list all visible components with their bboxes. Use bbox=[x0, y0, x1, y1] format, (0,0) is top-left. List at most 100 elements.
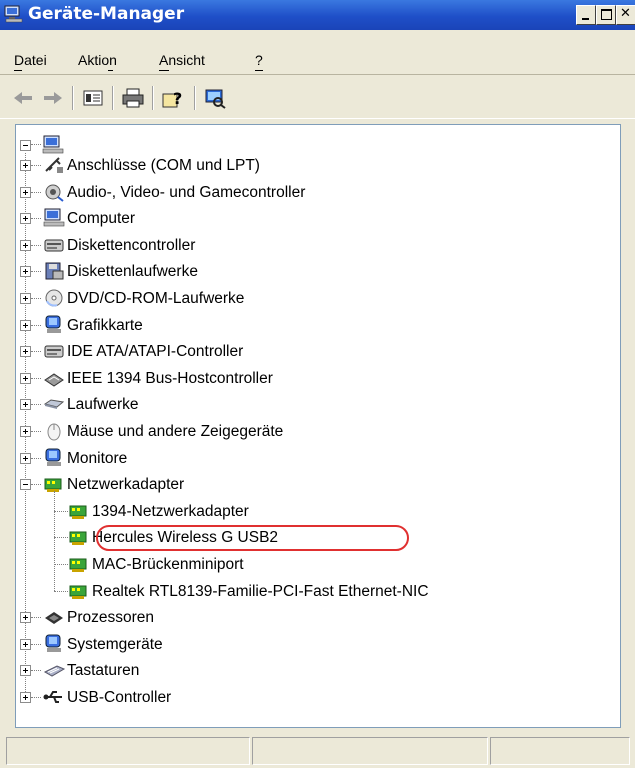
tree-line bbox=[31, 218, 41, 220]
tree-line bbox=[31, 643, 41, 646]
network-adapter-item-0[interactable]: 1394-Netzwerkadapter bbox=[92, 503, 249, 521]
expand-toggle[interactable] bbox=[20, 452, 31, 464]
tree-category-4[interactable]: Diskettenlaufwerke bbox=[67, 263, 198, 281]
menu-help[interactable]: ? bbox=[255, 52, 263, 68]
toolbar-separator bbox=[112, 86, 114, 110]
tree-category-15[interactable]: Tastaturen bbox=[67, 662, 139, 680]
expand-toggle[interactable] bbox=[20, 692, 31, 703]
network-adapter-icon bbox=[69, 505, 87, 519]
expand-toggle[interactable] bbox=[20, 346, 31, 358]
expand-toggle[interactable] bbox=[20, 612, 31, 624]
toolbar-separator bbox=[194, 86, 196, 110]
maximize-button[interactable] bbox=[596, 5, 616, 25]
tree-line bbox=[31, 144, 41, 146]
tree-line bbox=[31, 271, 41, 273]
minimize-button[interactable] bbox=[576, 5, 596, 25]
menu-datei[interactable]: Datei bbox=[14, 52, 47, 68]
tree-line bbox=[31, 617, 41, 619]
computer-icon bbox=[42, 135, 64, 154]
expand-toggle[interactable] bbox=[20, 213, 31, 225]
tree-category-11[interactable]: Monitore bbox=[67, 450, 127, 468]
monitor-icon bbox=[45, 448, 61, 466]
device-tree[interactable]: Anschlüsse (COM und LPT) Audio-, Video- u… bbox=[15, 124, 621, 728]
title-bar[interactable]: Geräte-Manager bbox=[0, 0, 635, 30]
expand-toggle[interactable] bbox=[20, 239, 31, 251]
expand-toggle[interactable] bbox=[20, 372, 31, 384]
display-adapter-icon bbox=[45, 315, 61, 333]
network-adapter-item-2[interactable]: MAC-Brückenminiport bbox=[92, 556, 244, 574]
properties-view-icon[interactable] bbox=[80, 86, 106, 110]
toolbar-separator bbox=[72, 86, 74, 110]
tree-category-7[interactable]: IDE ATA/ATAPI-Controller bbox=[67, 343, 243, 361]
tree-line bbox=[31, 191, 41, 194]
root-collapse-toggle[interactable] bbox=[20, 140, 31, 151]
expand-toggle[interactable] bbox=[20, 266, 31, 278]
ide-controller-icon bbox=[44, 345, 64, 358]
tree-line bbox=[54, 537, 68, 539]
help-icon[interactable]: ? bbox=[160, 86, 186, 110]
tree-line bbox=[54, 510, 68, 513]
processor-icon bbox=[45, 612, 63, 625]
cdrom-icon bbox=[45, 289, 63, 307]
forward-arrow-icon[interactable] bbox=[40, 86, 66, 110]
tree-line bbox=[31, 377, 41, 380]
tree-category-6[interactable]: Grafikkarte bbox=[67, 317, 143, 335]
toolbar-separator bbox=[152, 86, 154, 110]
expand-toggle[interactable] bbox=[20, 293, 31, 304]
speaker-icon bbox=[45, 184, 64, 202]
expand-toggle[interactable] bbox=[20, 399, 31, 411]
svg-text:?: ? bbox=[173, 89, 182, 108]
network-adapter-icon bbox=[69, 585, 87, 599]
tree-category-16[interactable]: USB-Controller bbox=[67, 689, 171, 707]
tree-line bbox=[31, 484, 41, 486]
expand-toggle[interactable] bbox=[20, 319, 31, 331]
menu-ansicht[interactable]: Ansicht bbox=[159, 52, 205, 68]
device-manager-icon bbox=[4, 5, 23, 23]
tree-line bbox=[31, 697, 41, 699]
window-title: Geräte-Manager bbox=[28, 4, 185, 24]
firewire-icon bbox=[44, 373, 64, 387]
collapse-toggle[interactable] bbox=[20, 479, 31, 491]
tree-category-9[interactable]: Laufwerke bbox=[67, 396, 139, 414]
expand-toggle[interactable] bbox=[20, 426, 31, 437]
tree-category-2[interactable]: Computer bbox=[67, 210, 135, 228]
tree-category-1[interactable]: Audio-, Video- und Gamecontroller bbox=[67, 184, 305, 202]
tree-line bbox=[31, 298, 41, 300]
tree-line bbox=[31, 165, 41, 167]
status-panel-1 bbox=[6, 737, 250, 765]
tree-line bbox=[31, 457, 41, 460]
scan-hardware-icon[interactable] bbox=[202, 86, 228, 110]
tree-category-0[interactable]: Anschlüsse (COM und LPT) bbox=[67, 157, 260, 175]
menu-underline-help bbox=[255, 70, 263, 71]
menu-underline-ansicht bbox=[159, 70, 169, 71]
network-adapter-icon bbox=[69, 558, 87, 572]
tree-line bbox=[31, 324, 41, 327]
status-panel-2 bbox=[252, 737, 488, 765]
floppy-drive-icon bbox=[45, 262, 64, 280]
tree-category-8[interactable]: IEEE 1394 Bus-Hostcontroller bbox=[67, 370, 273, 388]
expand-toggle[interactable] bbox=[20, 160, 31, 171]
expand-toggle[interactable] bbox=[20, 186, 31, 198]
tree-category-5[interactable]: DVD/CD-ROM-Laufwerke bbox=[67, 290, 244, 308]
close-button[interactable] bbox=[616, 5, 635, 25]
keyboard-icon bbox=[43, 665, 65, 677]
tree-category-3[interactable]: Diskettencontroller bbox=[67, 237, 195, 255]
menu-bar: Datei Aktion Ansicht ? bbox=[0, 32, 635, 75]
tree-category-12[interactable]: Netzwerkadapter bbox=[67, 476, 184, 494]
tree-line bbox=[54, 564, 68, 566]
computer-icon bbox=[43, 208, 65, 227]
device-manager-window: Geräte-Manager Datei Aktion Ansicht ? bbox=[0, 0, 635, 768]
toolbar: ? bbox=[0, 76, 635, 119]
tree-category-14[interactable]: Systemgeräte bbox=[67, 636, 163, 654]
tree-category-10[interactable]: Mäuse und andere Zeigegeräte bbox=[67, 423, 283, 441]
network-adapter-item-3[interactable]: Realtek RTL8139-Familie-PCI-Fast Etherne… bbox=[92, 583, 429, 601]
expand-toggle[interactable] bbox=[20, 638, 31, 650]
menu-aktion[interactable]: Aktion bbox=[78, 52, 117, 68]
system-device-icon bbox=[45, 634, 61, 652]
expand-toggle[interactable] bbox=[20, 665, 31, 677]
highlight-circle bbox=[96, 525, 409, 551]
tree-category-13[interactable]: Prozessoren bbox=[67, 609, 154, 627]
tree-line bbox=[54, 490, 56, 592]
print-icon[interactable] bbox=[120, 86, 146, 110]
back-arrow-icon[interactable] bbox=[10, 86, 36, 110]
